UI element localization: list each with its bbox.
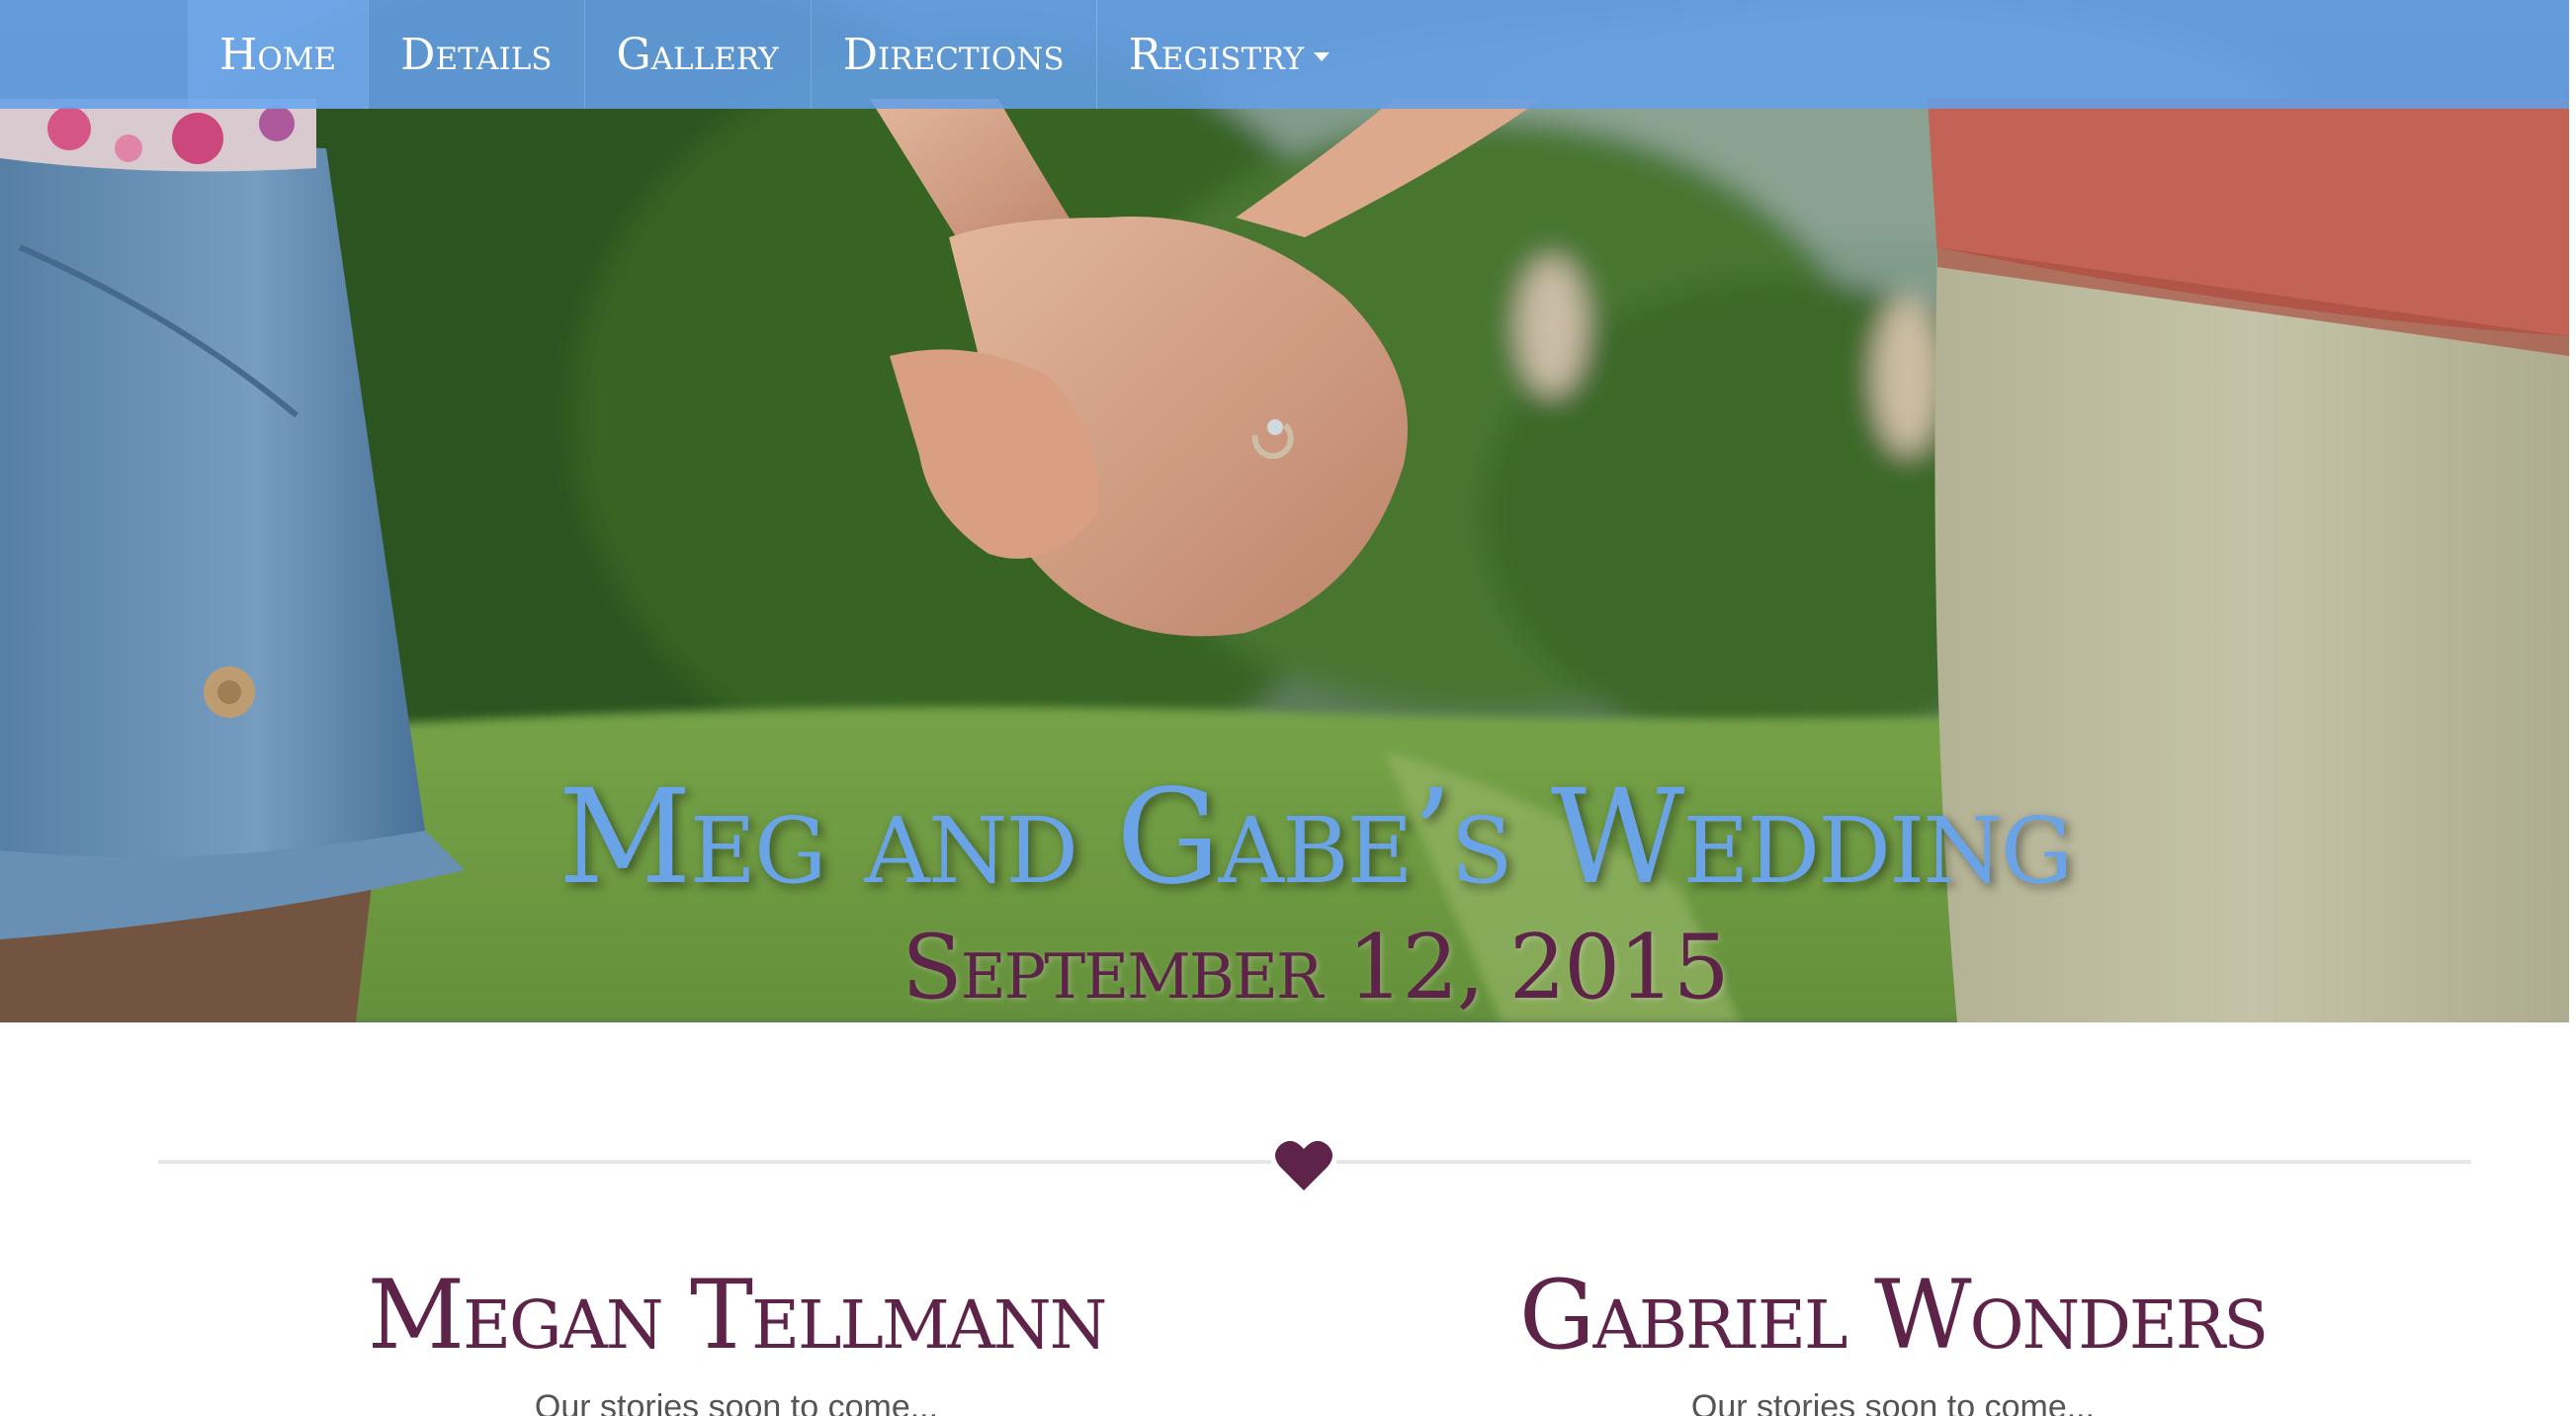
hero-banner: Meg and Gabe’s Wedding September 12, 201… bbox=[0, 0, 2569, 1022]
nav-menu: Home Details Gallery Directions Registry bbox=[188, 0, 1361, 109]
caret-down-icon bbox=[1314, 51, 1331, 61]
hero-title: Meg and Gabe’s Wedding bbox=[558, 761, 2074, 914]
nav-item-directions[interactable]: Directions bbox=[810, 0, 1096, 109]
nav-item-label: Home bbox=[219, 29, 337, 80]
nav-item-details[interactable]: Details bbox=[368, 0, 583, 109]
nav-item-gallery[interactable]: Gallery bbox=[583, 0, 811, 109]
nav-item-registry[interactable]: Registry bbox=[1095, 0, 1362, 109]
page: Meg and Gabe’s Wedding September 12, 201… bbox=[0, 0, 2576, 1416]
nav-item-label: Details bbox=[400, 29, 553, 80]
nav-item-home[interactable]: Home bbox=[188, 0, 369, 109]
nav-item-label: Directions bbox=[842, 29, 1065, 80]
groom-profile: Gabriel Wonders Our stories soon to come… bbox=[1448, 1256, 2338, 1416]
heart-shape bbox=[1275, 1140, 1332, 1191]
wedding-date: September 12, 2015 bbox=[902, 916, 1730, 1019]
groom-story: Our stories soon to come... bbox=[1690, 1388, 2096, 1416]
groom-name: Gabriel Wonders bbox=[1518, 1260, 2269, 1371]
bride-story: Our stories soon to come... bbox=[534, 1388, 939, 1416]
nav-item-label: Gallery bbox=[616, 29, 779, 80]
bride-profile: Megan Tellmann Our stories soon to come.… bbox=[292, 1256, 1181, 1416]
top-navbar: Home Details Gallery Directions Registry bbox=[0, 0, 2569, 109]
heart-icon bbox=[1271, 1133, 1336, 1196]
nav-item-label: Registry bbox=[1128, 29, 1305, 80]
bride-name: Megan Tellmann bbox=[367, 1260, 1107, 1371]
